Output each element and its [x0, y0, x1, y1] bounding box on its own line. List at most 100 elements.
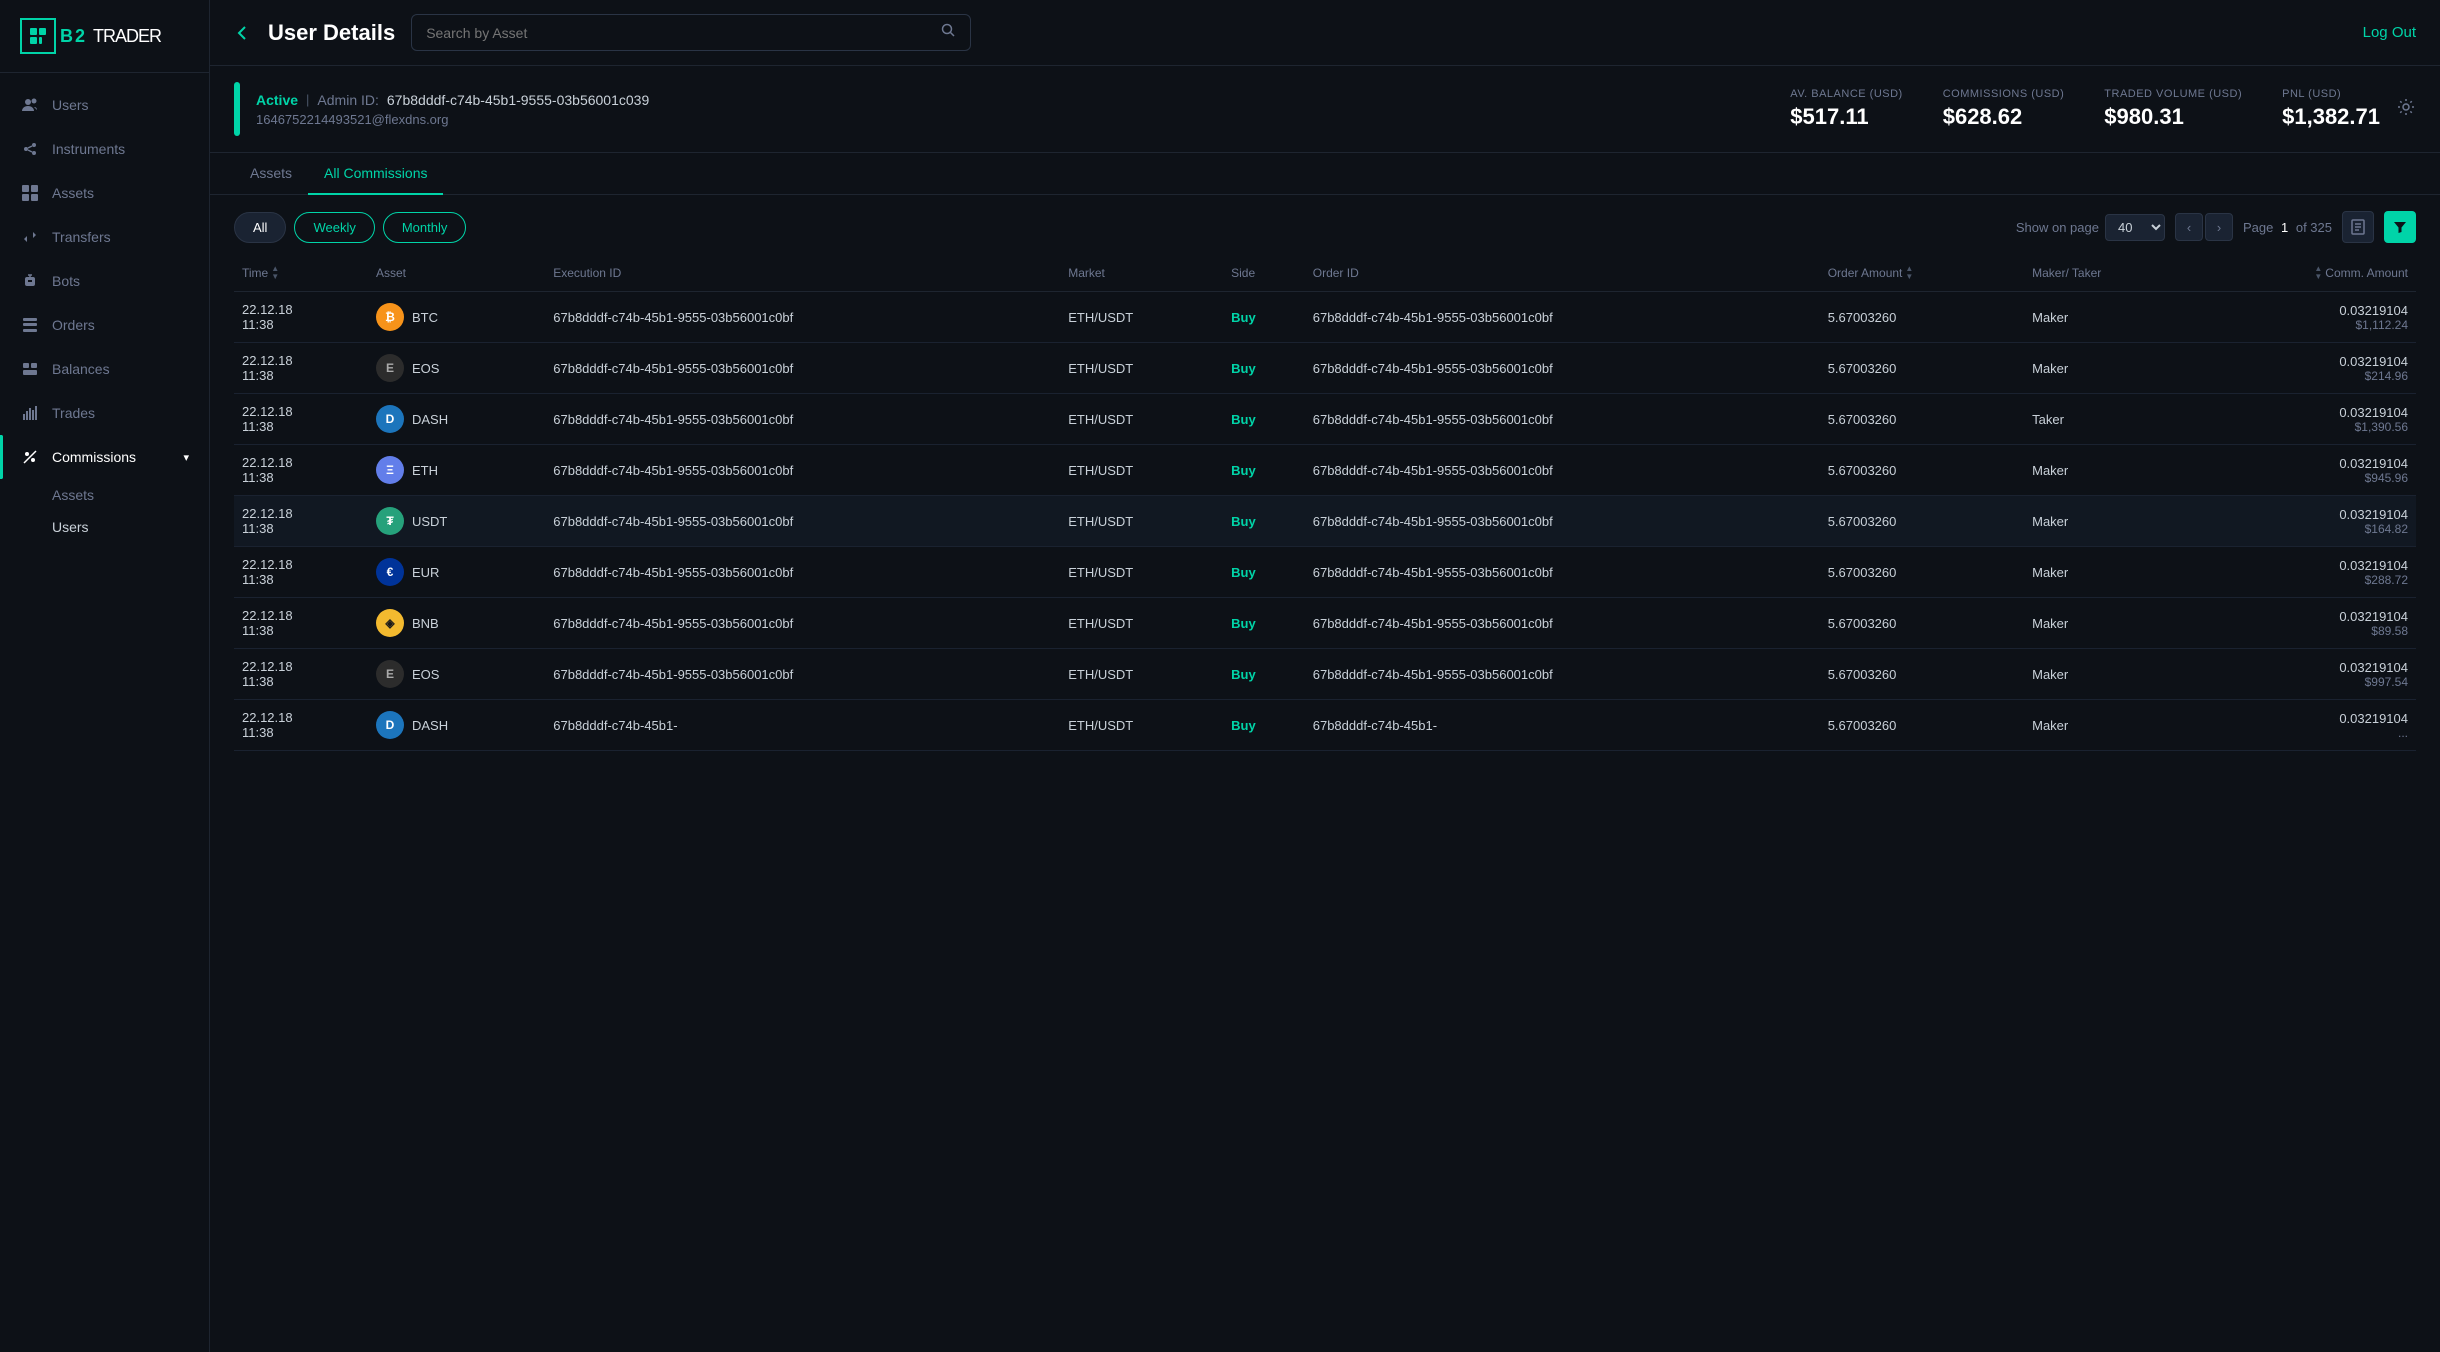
cell-comm-amount: 0.03219104 ...: [2195, 700, 2416, 751]
sidebar-item-commissions[interactable]: Commissions ▾: [0, 435, 209, 479]
logo: B2 TRADER: [0, 0, 209, 73]
cell-time: 22.12.1811:38: [234, 547, 368, 598]
sort-arrows-comm: ▲▼: [2314, 265, 2322, 281]
cell-market: ETH/USDT: [1060, 700, 1223, 751]
tab-all-commissions[interactable]: All Commissions: [308, 153, 443, 195]
th-order-id: Order ID: [1305, 255, 1820, 292]
cell-time: 22.12.1811:38: [234, 343, 368, 394]
back-button[interactable]: [234, 24, 252, 42]
table-row: 22.12.1811:38 ◈ BNB 67b8dddf-c74b-45b1-9…: [234, 598, 2416, 649]
cell-comm-amount: 0.03219104 $945.96: [2195, 445, 2416, 496]
cell-order-id: 67b8dddf-c74b-45b1-9555-03b56001c0bf: [1305, 547, 1820, 598]
sidebar-item-commissions-label: Commissions: [52, 449, 136, 465]
cell-order-id: 67b8dddf-c74b-45b1-9555-03b56001c0bf: [1305, 343, 1820, 394]
table-row: 22.12.1811:38 € EUR 67b8dddf-c74b-45b1-9…: [234, 547, 2416, 598]
sidebar-item-instruments-label: Instruments: [52, 141, 125, 157]
sidebar-item-transfers[interactable]: Transfers: [0, 215, 209, 259]
eos-icon: E: [376, 354, 404, 382]
cell-asset: E EOS: [368, 649, 545, 700]
eth-icon: Ξ: [376, 456, 404, 484]
filter-all-button[interactable]: All: [234, 212, 286, 243]
balances-icon: [20, 359, 40, 379]
cell-order-id: 67b8dddf-c74b-45b1-9555-03b56001c0bf: [1305, 496, 1820, 547]
page-info: Page 1 of 325: [2243, 220, 2332, 235]
page-size-select[interactable]: 40 20 100: [2105, 214, 2165, 241]
cell-market: ETH/USDT: [1060, 292, 1223, 343]
pagination-right: Show on page 40 20 100 ‹ › Page 1 of 325: [2016, 211, 2416, 243]
cell-order-amount: 5.67003260: [1820, 547, 2024, 598]
th-order-amount: Order Amount ▲▼: [1820, 255, 2024, 292]
cell-time: 22.12.1811:38: [234, 445, 368, 496]
filter-bar: All Weekly Monthly Show on page 40 20 10…: [234, 195, 2416, 255]
cell-side: Buy: [1223, 598, 1305, 649]
trades-icon: [20, 403, 40, 423]
usdt-icon: ₮: [376, 507, 404, 535]
gear-button[interactable]: [2396, 97, 2416, 122]
cell-maker-taker: Maker: [2024, 496, 2195, 547]
btc-icon: ₿: [376, 303, 404, 331]
cell-time: 22.12.1811:38: [234, 649, 368, 700]
cell-order-id: 67b8dddf-c74b-45b1-9555-03b56001c0bf: [1305, 598, 1820, 649]
user-email: 1646752214493521@flexdns.org: [256, 112, 1754, 127]
sort-arrows-time: ▲▼: [271, 265, 279, 281]
tab-assets[interactable]: Assets: [234, 153, 308, 195]
data-table: Time ▲▼ Asset Execution ID Market Sid: [234, 255, 2416, 751]
main-content: User Details Log Out Active | Admin ID: …: [210, 0, 2440, 1352]
cell-market: ETH/USDT: [1060, 343, 1223, 394]
sidebar-item-bots-label: Bots: [52, 273, 80, 289]
commissions-submenu: Assets Users: [0, 479, 209, 543]
instruments-icon: [20, 139, 40, 159]
filter-icon-button[interactable]: [2384, 211, 2416, 243]
filter-weekly-button[interactable]: Weekly: [294, 212, 374, 243]
stat-pnl: PnL (USD) $1,382.71: [2282, 88, 2380, 130]
prev-page-button[interactable]: ‹: [2175, 213, 2203, 241]
logo-icon: [20, 18, 56, 54]
submenu-assets[interactable]: Assets: [52, 479, 209, 511]
logout-button[interactable]: Log Out: [2363, 24, 2416, 41]
sidebar-item-bots[interactable]: Bots: [0, 259, 209, 303]
cell-execution-id: 67b8dddf-c74b-45b1-9555-03b56001c0bf: [545, 394, 1060, 445]
cell-time: 22.12.1811:38: [234, 292, 368, 343]
table-area: All Weekly Monthly Show on page 40 20 10…: [210, 195, 2440, 1352]
submenu-users[interactable]: Users: [52, 511, 209, 543]
stat-av-balance: Av. Balance (USD) $517.11: [1790, 88, 1902, 130]
export-xls-button[interactable]: [2342, 211, 2374, 243]
sidebar-nav: Users Instruments Assets Transfers Bots: [0, 73, 209, 1352]
sidebar-item-trades[interactable]: Trades: [0, 391, 209, 435]
user-status-line: Active | Admin ID: 67b8dddf-c74b-45b1-95…: [256, 92, 1754, 108]
stat-commissions-value: $628.62: [1943, 104, 2023, 130]
search-input[interactable]: [426, 25, 932, 41]
cell-maker-taker: Maker: [2024, 547, 2195, 598]
page-title: User Details: [268, 20, 395, 46]
commissions-icon: [20, 447, 40, 467]
th-maker-taker: Maker/ Taker: [2024, 255, 2195, 292]
th-market: Market: [1060, 255, 1223, 292]
header-right: Log Out: [2363, 24, 2416, 41]
sidebar-item-users[interactable]: Users: [0, 83, 209, 127]
cell-comm-amount: 0.03219104 $1,390.56: [2195, 394, 2416, 445]
sidebar-item-instruments[interactable]: Instruments: [0, 127, 209, 171]
cell-execution-id: 67b8dddf-c74b-45b1-9555-03b56001c0bf: [545, 343, 1060, 394]
cell-market: ETH/USDT: [1060, 547, 1223, 598]
sidebar-item-balances[interactable]: Balances: [0, 347, 209, 391]
filter-monthly-button[interactable]: Monthly: [383, 212, 467, 243]
sidebar: B2 TRADER Users Instruments Assets: [0, 0, 210, 1352]
table-row: 22.12.1811:38 D DASH 67b8dddf-c74b-45b1-…: [234, 394, 2416, 445]
cell-order-amount: 5.67003260: [1820, 649, 2024, 700]
sidebar-item-assets[interactable]: Assets: [0, 171, 209, 215]
admin-prefix: Admin ID:: [317, 92, 378, 108]
next-page-button[interactable]: ›: [2205, 213, 2233, 241]
bnb-icon: ◈: [376, 609, 404, 637]
sidebar-item-orders[interactable]: Orders: [0, 303, 209, 347]
cell-asset: Ξ ETH: [368, 445, 545, 496]
cell-asset: € EUR: [368, 547, 545, 598]
cell-market: ETH/USDT: [1060, 496, 1223, 547]
stat-av-balance-label: Av. Balance (USD): [1790, 88, 1902, 100]
nav-arrows: ‹ ›: [2175, 213, 2233, 241]
users-icon: [20, 95, 40, 115]
logo-trader: TRADER: [93, 26, 161, 47]
cell-execution-id: 67b8dddf-c74b-45b1-9555-03b56001c0bf: [545, 547, 1060, 598]
search-box: [411, 14, 971, 51]
tabs: Assets All Commissions: [210, 153, 2440, 195]
cell-comm-amount: 0.03219104 $164.82: [2195, 496, 2416, 547]
